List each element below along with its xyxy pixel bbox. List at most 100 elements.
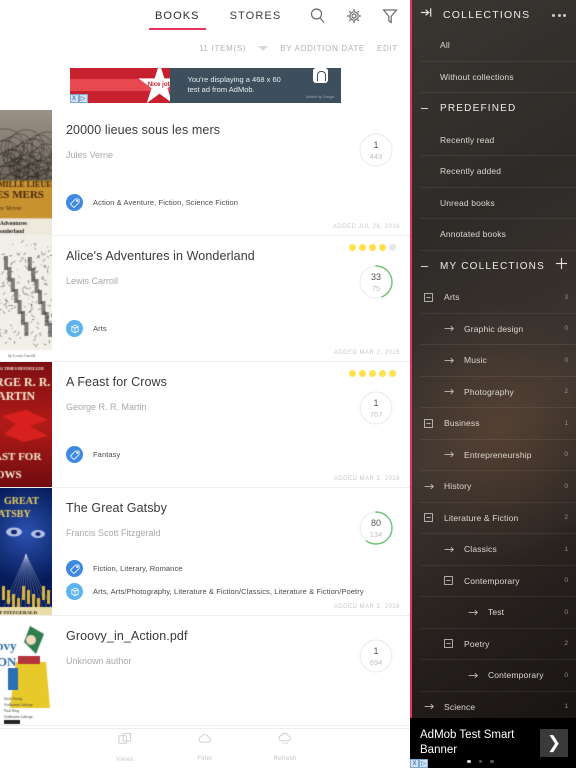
book-cover[interactable] bbox=[0, 616, 52, 725]
tab-stores[interactable]: STORES bbox=[228, 6, 284, 30]
arrow-right-icon[interactable] bbox=[444, 545, 464, 554]
ad-close-icon[interactable]: X bbox=[70, 94, 79, 103]
reading-progress-ring[interactable]: 1 767 bbox=[358, 390, 394, 426]
filter-icon[interactable] bbox=[380, 6, 400, 26]
tab-books[interactable]: BOOKS bbox=[153, 6, 202, 30]
collections-item-all[interactable]: All bbox=[420, 30, 576, 62]
book-cover[interactable] bbox=[0, 110, 52, 235]
book-tag-row[interactable]: Action & Aventure, Fiction, Science Fict… bbox=[66, 194, 410, 211]
collections-item-contemporary[interactable]: Contemporary 0 bbox=[420, 660, 576, 692]
progress-current-page: 1 bbox=[358, 398, 394, 408]
collections-item-label: Without collections bbox=[440, 72, 514, 82]
arrow-right-icon[interactable] bbox=[424, 702, 444, 711]
collections-item-science[interactable]: Science 1 bbox=[420, 692, 576, 719]
nav-filter-button[interactable]: Filter bbox=[185, 732, 225, 765]
book-list-item[interactable]: Alice's Adventures in Wonderland Lewis Ca… bbox=[0, 236, 410, 362]
book-rating[interactable] bbox=[349, 370, 396, 377]
admob-smart-banner[interactable]: AdMob Test Smart Banner ❯ X ▷ bbox=[410, 718, 576, 768]
collections-section-header[interactable]: PREDEFINED bbox=[410, 93, 576, 125]
rating-dot bbox=[359, 370, 366, 377]
book-list[interactable]: 20000 lieues sous les mers Jules Verne Act… bbox=[0, 110, 410, 728]
collections-item-annotated-books[interactable]: Annotated books bbox=[420, 219, 576, 251]
ad-line-2: test ad from AdMob. bbox=[188, 85, 281, 95]
reading-progress-ring[interactable]: 1 694 bbox=[358, 638, 394, 674]
collapse-box-icon[interactable] bbox=[444, 576, 464, 585]
collections-item-without-collections[interactable]: Without collections bbox=[420, 62, 576, 94]
arrow-right-icon[interactable] bbox=[444, 450, 464, 459]
collections-item-recently-added[interactable]: Recently added bbox=[420, 156, 576, 188]
minus-icon[interactable] bbox=[420, 262, 440, 271]
book-list-item[interactable]: The Great Gatsby Francis Scott Fitzgerald… bbox=[0, 488, 410, 616]
collections-item-test[interactable]: Test 0 bbox=[420, 597, 576, 629]
book-added-date: ADDED MAR 2, 2016 bbox=[334, 470, 410, 487]
collapse-box-icon[interactable] bbox=[424, 293, 444, 302]
book-rating[interactable] bbox=[349, 244, 396, 251]
book-cover[interactable] bbox=[0, 362, 52, 487]
reading-progress-ring[interactable]: 1 443 bbox=[358, 132, 394, 168]
collections-item-label: Unread books bbox=[440, 198, 495, 208]
arrow-right-icon[interactable] bbox=[424, 482, 444, 491]
arrow-right-icon[interactable] bbox=[444, 324, 464, 333]
tag-icon bbox=[66, 446, 83, 463]
collections-item-music[interactable]: Music 0 bbox=[420, 345, 576, 377]
collections-item-recently-read[interactable]: Recently read bbox=[420, 125, 576, 157]
collections-item-unread-books[interactable]: Unread books bbox=[420, 188, 576, 220]
gear-icon[interactable] bbox=[344, 6, 364, 26]
ad-banner-area: Nice job! You're displaying a 468 x 60 t… bbox=[0, 60, 410, 110]
collections-item-label: All bbox=[440, 40, 450, 50]
collections-item-label: Science bbox=[444, 702, 475, 712]
nav-views-button[interactable]: Views bbox=[105, 732, 145, 766]
collections-list[interactable]: All Without collections PREDEFINED Recently… bbox=[410, 30, 576, 718]
search-icon[interactable] bbox=[308, 6, 328, 26]
collapse-box-icon[interactable] bbox=[424, 513, 444, 522]
collections-item-entrepreneurship[interactable]: Entrepreneurship 0 bbox=[420, 440, 576, 472]
arrow-right-icon[interactable] bbox=[468, 671, 488, 680]
collections-item-photography[interactable]: Photography 2 bbox=[420, 377, 576, 409]
book-tag-label: Arts bbox=[93, 324, 107, 333]
admob-banner[interactable]: Nice job! You're displaying a 468 x 60 t… bbox=[70, 68, 341, 103]
book-tag-row[interactable]: Fiction, Literary, Romance bbox=[66, 560, 410, 577]
collections-item-count: 0 bbox=[564, 451, 568, 458]
nav-refresh-button[interactable]: Refresh bbox=[265, 732, 305, 765]
collapse-box-icon[interactable] bbox=[444, 639, 464, 648]
book-list-item[interactable]: A Feast for Crows George R. R. Martin Fant… bbox=[0, 362, 410, 488]
sort-order-label[interactable]: BY ADDITION DATE bbox=[280, 44, 365, 53]
book-list-item[interactable]: 20000 lieues sous les mers Jules Verne Act… bbox=[0, 110, 410, 236]
collections-item-literature-fiction[interactable]: Literature & Fiction 2 bbox=[420, 503, 576, 535]
collections-item-history[interactable]: History 0 bbox=[420, 471, 576, 503]
book-cover[interactable] bbox=[0, 488, 52, 615]
rating-dot bbox=[369, 244, 376, 251]
book-list-item[interactable]: Groovy_in_Action.pdf Unknown author 1 694 bbox=[0, 616, 410, 726]
ad-info-icon[interactable]: ▷ bbox=[79, 94, 88, 103]
collections-item-business[interactable]: Business 1 bbox=[420, 408, 576, 440]
edit-button[interactable]: EDIT bbox=[377, 44, 398, 53]
book-tag-row[interactable]: Fantasy bbox=[66, 446, 410, 463]
smart-banner-next-button[interactable]: ❯ bbox=[540, 729, 568, 757]
book-cover[interactable] bbox=[0, 236, 52, 361]
book-tag-row[interactable]: Arts bbox=[66, 320, 410, 337]
more-options-icon[interactable] bbox=[552, 14, 566, 17]
collections-item-label: Recently added bbox=[440, 166, 501, 176]
collections-item-poetry[interactable]: Poetry 2 bbox=[420, 629, 576, 661]
rating-dot bbox=[379, 370, 386, 377]
collections-item-classics[interactable]: Classics 1 bbox=[420, 534, 576, 566]
arrow-right-icon[interactable] bbox=[468, 608, 488, 617]
book-tags: Fantasy bbox=[66, 446, 410, 463]
reading-progress-ring[interactable]: 80 134 bbox=[358, 510, 394, 546]
minus-icon[interactable] bbox=[420, 104, 440, 113]
arrow-right-icon[interactable] bbox=[444, 356, 464, 365]
plus-icon[interactable] bbox=[555, 257, 568, 275]
collections-item-label: Recently read bbox=[440, 135, 494, 145]
collections-section-header[interactable]: MY COLLECTIONS bbox=[410, 251, 576, 283]
collections-item-graphic-design[interactable]: Graphic design 0 bbox=[420, 314, 576, 346]
collections-item-arts[interactable]: Arts 3 bbox=[420, 282, 576, 314]
smart-banner-close-icon[interactable]: X bbox=[410, 759, 419, 768]
collapse-box-icon[interactable] bbox=[424, 419, 444, 428]
arrow-right-icon[interactable] bbox=[444, 387, 464, 396]
collections-item-contemporary[interactable]: Contemporary 0 bbox=[420, 566, 576, 598]
smart-banner-info-icon[interactable]: ▷ bbox=[419, 759, 428, 768]
sort-caret-icon[interactable] bbox=[258, 46, 268, 51]
reading-progress-ring[interactable]: 33 75 bbox=[358, 264, 394, 300]
collapse-panel-icon[interactable] bbox=[420, 6, 433, 24]
collections-item-count: 1 bbox=[564, 546, 568, 553]
